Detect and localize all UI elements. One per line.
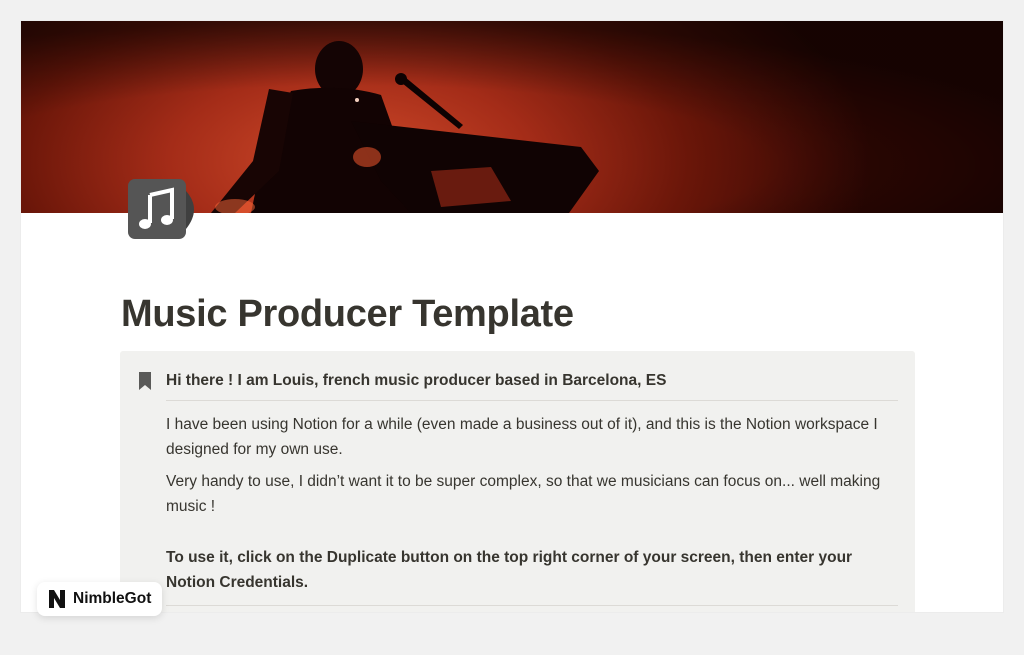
- callout-divider: [166, 400, 898, 401]
- callout-instruction: To use it, click on the Duplicate button…: [166, 549, 853, 591]
- badge-label: NimbleGot: [73, 590, 152, 607]
- bookmark-icon: [139, 372, 151, 390]
- callout-paragraph: I have been using Notion for a while (ev…: [166, 416, 878, 458]
- page-icon[interactable]: [128, 179, 206, 243]
- nimblegot-badge[interactable]: NimbleGot: [37, 582, 163, 616]
- callout-block: Hi there ! I am Louis, french music prod…: [120, 351, 915, 612]
- music-note-icon: [128, 179, 194, 239]
- page-title: Music Producer Template: [121, 293, 574, 335]
- callout-divider: [166, 605, 898, 606]
- nimblegot-logo-icon: [49, 590, 65, 608]
- notion-page: Music Producer Template Hi there ! I am …: [21, 21, 1003, 612]
- callout-heading: Hi there ! I am Louis, french music prod…: [166, 372, 667, 389]
- callout-paragraph: Very handy to use, I didn’t want it to b…: [166, 473, 881, 515]
